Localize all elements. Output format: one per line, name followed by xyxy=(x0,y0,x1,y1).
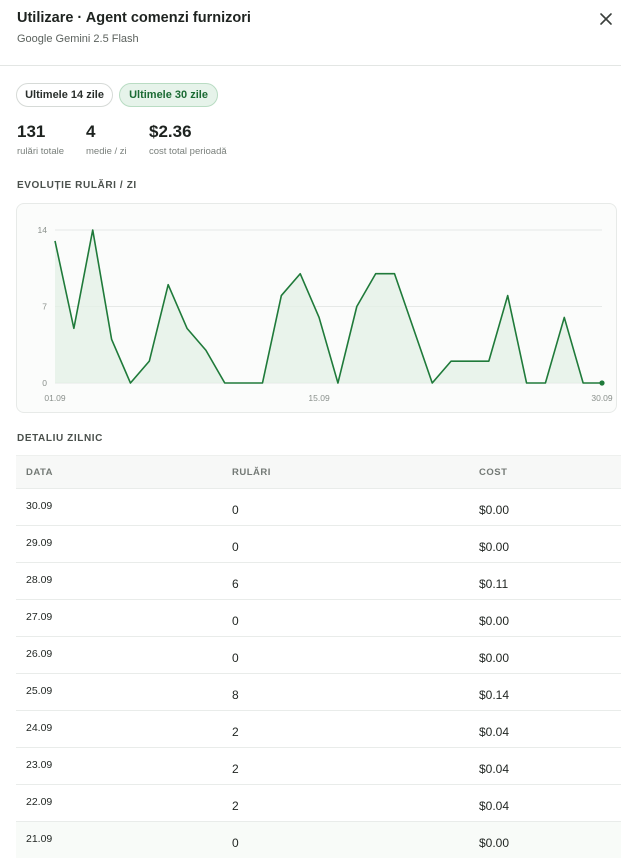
table-row: 24.09 2 $0.04 xyxy=(16,710,621,747)
y-tick-label: 0 xyxy=(42,378,47,388)
stat-value: $2.36 xyxy=(149,122,192,141)
cell-date: 26.09 xyxy=(26,648,53,660)
x-tick-label: 15.09 xyxy=(308,393,330,403)
cell-runs: 0 xyxy=(232,651,239,665)
stat-label: cost total perioadă xyxy=(149,146,227,157)
table-row: 27.09 0 $0.00 xyxy=(16,599,621,636)
stat-total-cost: $2.36 cost total perioadă xyxy=(149,122,227,157)
cell-cost: $0.00 xyxy=(479,503,510,517)
column-header-date: DATA xyxy=(26,467,53,478)
cell-runs: 8 xyxy=(232,688,239,702)
cell-date: 27.09 xyxy=(26,611,53,623)
cell-cost: $0.04 xyxy=(479,799,510,813)
stat-total-runs: 131 rulări totale xyxy=(17,122,64,157)
x-tick-label: 30.09 xyxy=(591,393,613,403)
table-row: 21.09 0 $0.00 xyxy=(16,821,621,858)
runs-chart: 0 7 14 01.09 15.09 30.09 xyxy=(16,203,617,413)
column-header-runs: RULĂRI xyxy=(232,467,271,478)
stat-average-per-day: 4 medie / zi xyxy=(86,122,127,157)
cell-runs: 0 xyxy=(232,614,239,628)
dialog-title: Utilizare · Agent comenzi furnizori xyxy=(17,10,251,26)
y-tick-label: 14 xyxy=(38,225,48,235)
cell-cost: $0.04 xyxy=(479,725,510,739)
tab-last-30-days[interactable]: Ultimele 30 zile xyxy=(119,83,218,107)
stat-label: rulări totale xyxy=(17,146,64,157)
model-name: Google Gemini 2.5 Flash xyxy=(17,33,139,45)
table-row: 25.09 8 $0.14 xyxy=(16,673,621,710)
table-row: 22.09 2 $0.04 xyxy=(16,784,621,821)
data-point xyxy=(599,380,605,386)
table-row: 26.09 0 $0.00 xyxy=(16,636,621,673)
stat-value: 131 xyxy=(17,122,46,141)
cell-runs: 2 xyxy=(232,799,239,813)
cell-runs: 2 xyxy=(232,725,239,739)
cell-date: 24.09 xyxy=(26,722,53,734)
cell-cost: $0.00 xyxy=(479,540,510,554)
table-row: 23.09 2 $0.04 xyxy=(16,747,621,784)
table-header: DATA RULĂRI COST xyxy=(16,455,621,488)
table-row: 28.09 6 $0.11 xyxy=(16,562,621,599)
column-header-cost: COST xyxy=(479,467,508,478)
cell-date: 23.09 xyxy=(26,759,53,771)
cell-date: 21.09 xyxy=(26,833,53,845)
cell-runs: 0 xyxy=(232,836,239,850)
dialog-header: Utilizare · Agent comenzi furnizori Goog… xyxy=(0,0,621,66)
y-tick-label: 7 xyxy=(42,302,47,312)
x-tick-label: 01.09 xyxy=(44,393,66,403)
table-row: 30.09 0 $0.00 xyxy=(16,488,621,525)
table-row: 29.09 0 $0.00 xyxy=(16,525,621,562)
stat-label: medie / zi xyxy=(86,146,127,157)
runs-chart-svg: 0 7 14 01.09 15.09 30.09 xyxy=(38,225,613,403)
cell-date: 30.09 xyxy=(26,500,53,512)
cell-runs: 6 xyxy=(232,577,239,591)
tab-last-14-days[interactable]: Ultimele 14 zile xyxy=(16,83,113,107)
cell-cost: $0.00 xyxy=(479,836,510,850)
cell-date: 28.09 xyxy=(26,574,53,586)
cell-runs: 0 xyxy=(232,503,239,517)
cell-cost: $0.11 xyxy=(479,577,509,591)
cell-runs: 0 xyxy=(232,540,239,554)
cell-cost: $0.14 xyxy=(479,688,510,702)
stat-value: 4 xyxy=(86,122,96,141)
cell-date: 25.09 xyxy=(26,685,53,697)
cell-cost: $0.00 xyxy=(479,651,510,665)
cell-cost: $0.00 xyxy=(479,614,510,628)
cell-runs: 2 xyxy=(232,762,239,776)
cell-date: 29.09 xyxy=(26,537,53,549)
cell-cost: $0.04 xyxy=(479,762,510,776)
cell-date: 22.09 xyxy=(26,796,53,808)
daily-table: DATA RULĂRI COST 30.09 0 $0.00 29.09 0 $… xyxy=(16,455,621,858)
close-icon[interactable] xyxy=(598,11,614,27)
chart-section-title: EVOLUȚIE RULĂRI / ZI xyxy=(17,180,137,191)
table-section-title: DETALIU ZILNIC xyxy=(17,433,103,444)
